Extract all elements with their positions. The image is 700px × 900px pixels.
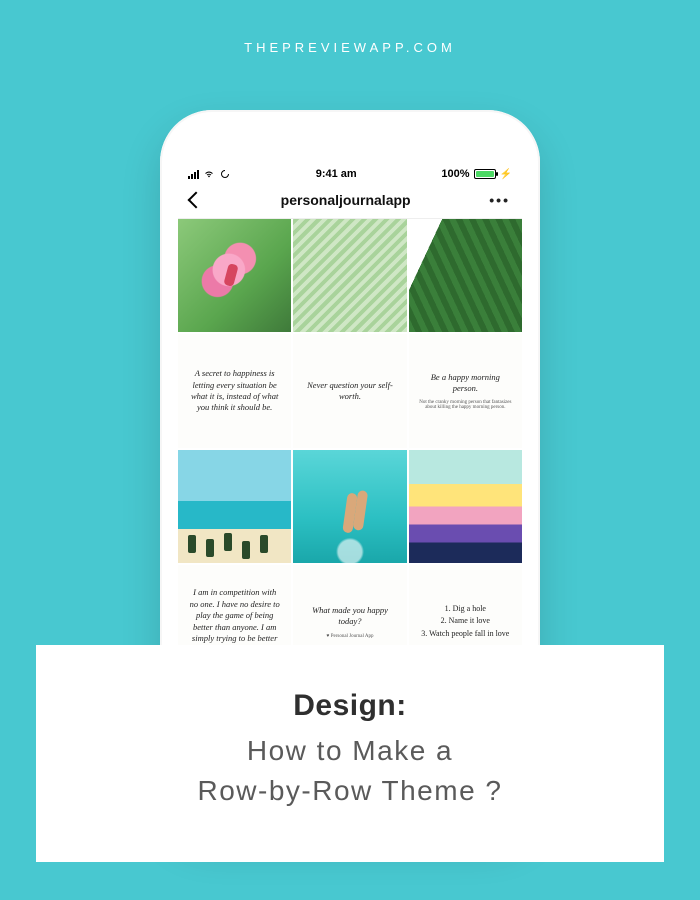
status-time: 9:41 am bbox=[316, 168, 357, 180]
more-icon[interactable]: ••• bbox=[489, 192, 510, 208]
post-photo-banana-leaf[interactable] bbox=[409, 219, 522, 332]
battery-percent: 100% bbox=[441, 168, 469, 180]
brand-watermark: THEPREVIEWAPP.COM bbox=[0, 40, 700, 55]
post-photo-lagoon[interactable] bbox=[293, 450, 406, 563]
post-photo-beach[interactable] bbox=[178, 450, 291, 563]
signal-icon bbox=[188, 170, 199, 179]
back-icon[interactable] bbox=[188, 192, 205, 209]
post-photo-palm[interactable] bbox=[293, 219, 406, 332]
post-photo-sunset[interactable] bbox=[409, 450, 522, 563]
caption-card: Design: How to Make a Row-by-Row Theme ? bbox=[36, 645, 664, 862]
post-quote[interactable]: A secret to happiness is letting every s… bbox=[178, 334, 291, 447]
status-bar: 9:41 am 100% ⚡ bbox=[178, 162, 522, 184]
quote-text: A secret to happiness is letting every s… bbox=[188, 368, 281, 414]
caption-subtitle: How to Make a Row-by-Row Theme ? bbox=[76, 731, 624, 812]
list-line: 3. Watch people fall in love bbox=[421, 628, 509, 641]
caption-heading: Design: bbox=[76, 689, 624, 723]
post-photo-hibiscus[interactable] bbox=[178, 219, 291, 332]
list-line: 1. Dig a hole bbox=[445, 603, 486, 616]
post-quote[interactable]: Never question your self-worth. bbox=[293, 334, 406, 447]
post-quote[interactable]: Be a happy morning person. Not the crank… bbox=[409, 334, 522, 447]
feed-grid: A secret to happiness is letting every s… bbox=[178, 219, 522, 678]
battery-icon bbox=[474, 169, 496, 179]
charging-icon: ⚡ bbox=[500, 169, 512, 180]
loading-icon bbox=[219, 168, 231, 180]
quote-text: Be a happy morning person. bbox=[419, 372, 512, 395]
wifi-icon bbox=[203, 168, 215, 180]
quote-text: What made you happy today? bbox=[303, 605, 396, 628]
profile-username[interactable]: personaljournalapp bbox=[281, 192, 411, 208]
list-line: 2. Name it love bbox=[441, 615, 490, 628]
quote-text: Never question your self-worth. bbox=[303, 380, 396, 403]
quote-subtext: ♥ Personal Journal App bbox=[326, 634, 373, 639]
profile-navbar: personaljournalapp ••• bbox=[178, 184, 522, 219]
quote-subtext: Not the cranky morning person that fanta… bbox=[419, 400, 512, 410]
